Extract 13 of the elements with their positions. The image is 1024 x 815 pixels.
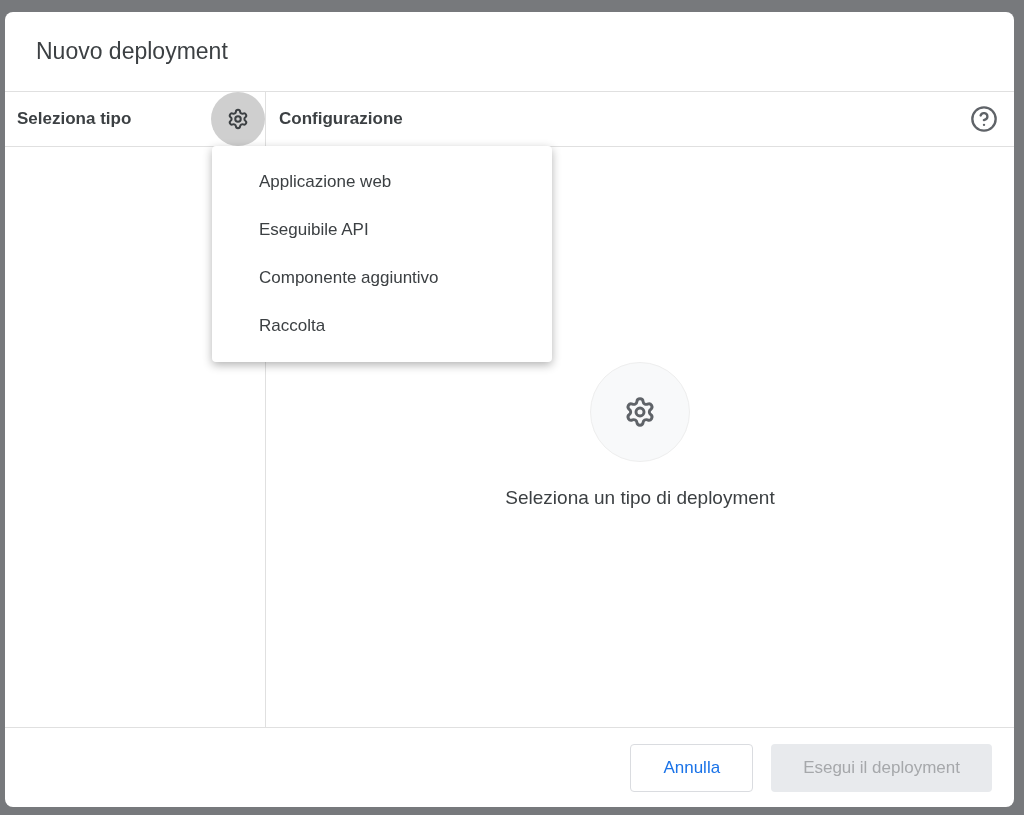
panel-heading: Configurazione <box>279 108 403 131</box>
settings-icon <box>624 396 656 428</box>
settings-button[interactable] <box>211 92 265 146</box>
dialog-title: Nuovo deployment <box>36 37 228 67</box>
help-icon[interactable] <box>970 105 998 133</box>
menu-item[interactable]: Componente aggiuntivo <box>212 254 552 302</box>
dialog-button[interactable]: Annulla <box>630 743 754 792</box>
menu-item[interactable]: Applicazione web <box>212 158 552 206</box>
empty-message: Seleziona un tipo di deployment <box>505 486 775 510</box>
menu-item[interactable]: Raccolta <box>212 302 552 350</box>
settings-icon <box>227 108 249 130</box>
menu-item[interactable]: Eseguibile API <box>212 206 552 254</box>
panel-heading: Seleziona tipo <box>17 108 132 131</box>
